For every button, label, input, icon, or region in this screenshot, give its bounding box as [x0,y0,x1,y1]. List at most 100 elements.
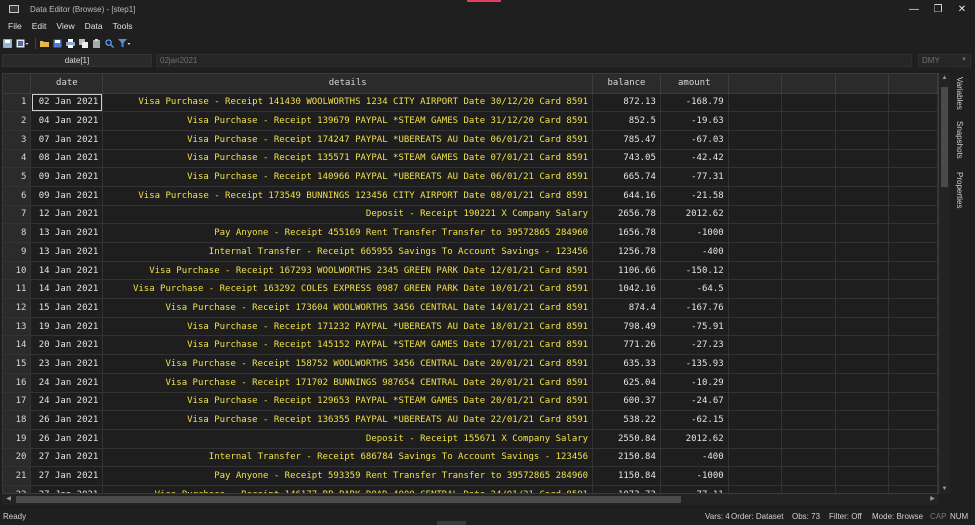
row-number-cell[interactable]: 5 [3,167,32,187]
amount-cell[interactable]: -135.93 [660,354,729,374]
details-cell[interactable]: Visa Purchase - Receipt 140966 PAYPAL *U… [102,167,594,187]
row-number-cell[interactable]: 2 [3,111,32,131]
date-cell[interactable]: 13 Jan 2021 [30,242,104,262]
table-row[interactable]: 14 20 Jan 2021 Visa Purchase - Receipt 145… [3,335,938,356]
column-header-balance[interactable]: balance [592,74,661,94]
date-cell[interactable]: 04 Jan 2021 [30,111,104,131]
format-dropdown[interactable]: DMY ▼ [918,54,971,67]
details-cell[interactable]: Visa Purchase - Receipt 171232 PAYPAL *U… [102,317,594,337]
table-row[interactable]: 11 14 Jan 2021 Visa Purchase - Receipt 163… [3,279,938,300]
date-cell[interactable]: 14 Jan 2021 [30,261,104,281]
date-cell[interactable]: 14 Jan 2021 [30,279,104,300]
details-cell[interactable]: Visa Purchase - Receipt 146177 BP PARK R… [102,485,594,493]
details-cell[interactable]: Visa Purchase - Receipt 141430 WOOLWORTH… [102,93,594,113]
clipboard-icon[interactable] [92,38,101,48]
row-number-cell[interactable]: 16 [3,373,32,393]
amount-cell[interactable]: -1000 [660,223,729,243]
amount-cell[interactable]: -19.63 [660,111,729,131]
restore-button[interactable]: ❐ [926,0,950,18]
tab-variables[interactable]: Variables [955,77,964,110]
details-cell[interactable]: Internal Transfer - Receipt 665955 Savin… [102,242,594,262]
table-row[interactable]: 10 14 Jan 2021 Visa Purchase - Receipt 167… [3,261,938,281]
table-row[interactable]: 17 24 Jan 2021 Visa Purchase - Receipt 129… [3,392,938,412]
date-cell[interactable]: 07 Jan 2021 [30,130,104,150]
amount-cell[interactable]: -75.91 [660,317,729,337]
tab-snapshots[interactable]: Snapshots [955,121,964,159]
details-cell[interactable]: Visa Purchase - Receipt 173549 BUNNINGS … [102,186,594,206]
table-row[interactable]: 6 09 Jan 2021 Visa Purchase - Receipt 1735… [3,186,938,206]
date-cell[interactable]: 24 Jan 2021 [30,392,104,412]
table-row[interactable]: 9 13 Jan 2021 Internal Transfer - Receipt … [3,242,938,262]
details-cell[interactable]: Pay Anyone - Receipt 455169 Rent Transfe… [102,223,594,243]
amount-cell[interactable]: 2012.62 [660,429,729,449]
row-number-cell[interactable]: 12 [3,298,32,318]
table-row[interactable]: 2 04 Jan 2021 Visa Purchase - Receipt 1396… [3,111,938,131]
save-disk-icon[interactable] [53,39,62,48]
menu-file[interactable]: File [8,21,22,31]
table-row[interactable]: 2227 Jan 2021Visa Purchase - Receipt 146… [3,485,938,493]
date-cell[interactable]: 26 Jan 2021 [30,410,104,430]
search-icon[interactable] [105,38,114,48]
table-row[interactable]: 12 15 Jan 2021 Visa Purchase - Receipt 173… [3,298,938,318]
menu-edit[interactable]: Edit [32,21,47,31]
table-row[interactable]: 4 08 Jan 2021 Visa Purchase - Receipt 1355… [3,149,938,169]
amount-cell[interactable]: -167.76 [660,298,729,318]
date-cell[interactable]: 19 Jan 2021 [30,317,104,337]
table-row[interactable]: 8 13 Jan 2021 Pay Anyone - Receipt 455169 … [3,223,938,243]
row-number-cell[interactable]: 7 [3,205,32,225]
date-cell[interactable]: 13 Jan 2021 [30,223,104,243]
amount-cell[interactable]: -24.67 [660,392,729,412]
date-cell[interactable]: 09 Jan 2021 [30,186,104,206]
details-cell[interactable]: Visa Purchase - Receipt 173604 WOOLWORTH… [102,298,594,318]
menu-data[interactable]: Data [85,21,103,31]
balance-cell[interactable]: 625.04 [592,373,661,393]
amount-cell[interactable]: -62.15 [660,410,729,430]
amount-cell[interactable]: -400 [660,448,729,468]
date-cell[interactable]: 27 Jan 2021 [30,485,104,493]
balance-cell[interactable]: 874.4 [592,298,661,318]
scroll-left-icon[interactable]: ◀ [3,495,14,502]
amount-cell[interactable]: -168.79 [660,93,729,113]
amount-cell[interactable]: -27.23 [660,335,729,356]
print-icon[interactable] [66,38,75,48]
balance-cell[interactable]: 2550.84 [592,429,661,449]
row-number-cell[interactable]: 22 [3,485,32,493]
balance-cell[interactable]: 771.26 [592,335,661,356]
details-cell[interactable]: Visa Purchase - Receipt 135571 PAYPAL *S… [102,149,594,169]
column-header-amount[interactable]: amount [660,74,729,94]
amount-cell[interactable]: -77.11 [660,485,729,493]
open-icon[interactable] [40,39,49,48]
menu-view[interactable]: View [56,21,74,31]
date-cell[interactable]: 20 Jan 2021 [30,335,104,356]
details-cell[interactable]: Visa Purchase - Receipt 129653 PAYPAL *S… [102,392,594,412]
minimize-button[interactable]: — [902,0,926,18]
date-cell[interactable]: 12 Jan 2021 [30,205,104,225]
cell-value-field[interactable]: 02jan2021 [156,54,912,67]
balance-cell[interactable]: 1150.84 [592,466,661,486]
date-cell[interactable]: 02 Jan 2021 [30,93,104,113]
row-number-cell[interactable]: 3 [3,130,32,150]
details-cell[interactable]: Pay Anyone - Receipt 593359 Rent Transfe… [102,466,594,486]
date-cell[interactable]: 26 Jan 2021 [30,429,104,449]
table-row[interactable]: 16 24 Jan 2021 Visa Purchase - Receipt 171… [3,373,938,393]
details-cell[interactable]: Visa Purchase - Receipt 139679 PAYPAL *S… [102,111,594,131]
table-row[interactable]: 15 23 Jan 2021 Visa Purchase - Receipt 158… [3,354,938,374]
balance-cell[interactable]: 785.47 [592,130,661,150]
details-cell[interactable]: Visa Purchase - Receipt 158752 WOOLWORTH… [102,354,594,374]
amount-cell[interactable]: -67.03 [660,130,729,150]
close-button[interactable]: ✕ [950,0,974,18]
balance-cell[interactable]: 2150.84 [592,448,661,468]
tab-properties[interactable]: Properties [955,172,964,208]
amount-cell[interactable]: -77.31 [660,167,729,187]
balance-cell[interactable]: 1073.73 [592,485,661,493]
balance-cell[interactable]: 1106.66 [592,261,661,281]
row-number-cell[interactable]: 18 [3,410,32,430]
date-cell[interactable]: 09 Jan 2021 [30,167,104,187]
details-cell[interactable]: Visa Purchase - Receipt 171702 BUNNINGS … [102,373,594,393]
row-number-cell[interactable]: 4 [3,149,32,169]
row-number-cell[interactable]: 14 [3,335,32,356]
details-cell[interactable]: Visa Purchase - Receipt 174247 PAYPAL *U… [102,130,594,150]
row-number-cell[interactable]: 19 [3,429,32,449]
row-number-cell[interactable]: 11 [3,279,32,300]
table-row[interactable]: 13 19 Jan 2021 Visa Purchase - Receipt 171… [3,317,938,337]
